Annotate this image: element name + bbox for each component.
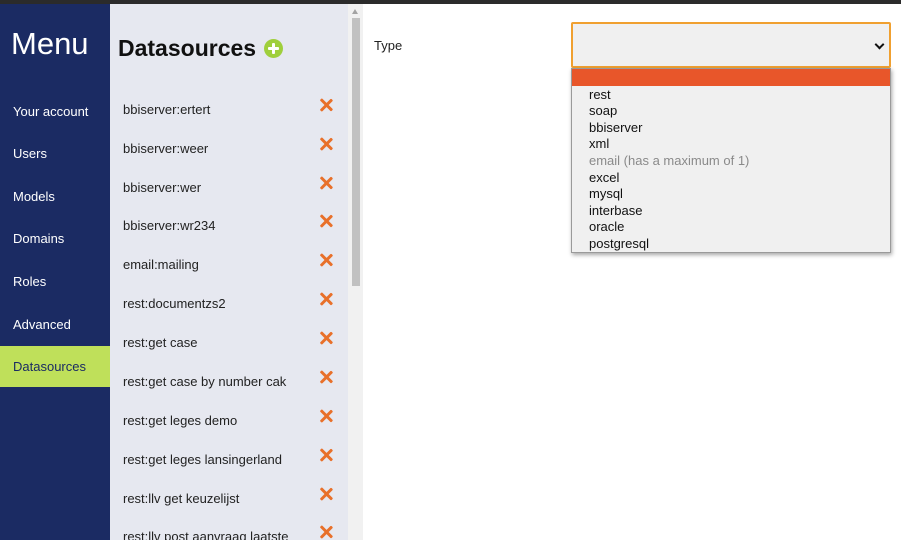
nav-item-label: Advanced: [13, 317, 71, 332]
delete-icon[interactable]: [319, 331, 333, 345]
datasource-item[interactable]: rest:llv get keuzelijst: [110, 483, 348, 513]
nav-item-datasources[interactable]: Datasources: [0, 346, 110, 387]
datasource-item[interactable]: bbiserver:weer: [110, 133, 348, 163]
main-menu: Menu Your account Users Models Domains R…: [0, 4, 110, 540]
nav-item-domains[interactable]: Domains: [0, 218, 110, 259]
nav-item-advanced[interactable]: Advanced: [0, 304, 110, 345]
nav-item-models[interactable]: Models: [0, 176, 110, 217]
datasource-label: bbiserver:wer: [123, 180, 202, 195]
datasource-item[interactable]: email:mailing: [110, 249, 348, 279]
dropdown-option-rest[interactable]: rest: [589, 87, 611, 102]
datasource-item[interactable]: rest:get case: [110, 327, 348, 357]
dropdown-option-xml[interactable]: xml: [589, 136, 609, 151]
menu-title: Menu: [11, 26, 89, 61]
type-label: Type: [374, 38, 403, 53]
delete-icon[interactable]: [319, 448, 333, 462]
nav-item-roles[interactable]: Roles: [0, 261, 110, 302]
chevron-down-icon: [874, 39, 885, 50]
datasource-label: bbiserver:ertert: [123, 102, 211, 117]
datasource-label: rest:llv get keuzelijst: [123, 491, 240, 506]
dropdown-option-postgresql[interactable]: postgresql: [589, 236, 649, 251]
delete-icon[interactable]: [319, 98, 333, 112]
dropdown-option-soap[interactable]: soap: [589, 103, 617, 118]
nav-item-label: Domains: [13, 231, 65, 246]
nav-item-users[interactable]: Users: [0, 133, 110, 174]
delete-icon[interactable]: [319, 525, 333, 539]
delete-icon[interactable]: [319, 137, 333, 151]
datasources-title: Datasources: [118, 35, 257, 61]
dropdown-option-mysql[interactable]: mysql: [589, 186, 623, 201]
datasource-item[interactable]: bbiserver:ertert: [110, 94, 348, 124]
datasource-label: rest:get case by number cak: [123, 374, 287, 389]
scroll-up-arrow-icon[interactable]: [352, 9, 358, 14]
delete-icon[interactable]: [319, 487, 333, 501]
delete-icon[interactable]: [319, 370, 333, 384]
datasources-panel: Datasources bbiserver:ertert bbiserver:w…: [110, 4, 348, 540]
nav-item-label: Datasources: [13, 359, 86, 374]
nav-item-label: Users: [13, 146, 47, 161]
datasource-label: rest:get case: [123, 335, 198, 350]
delete-icon[interactable]: [319, 409, 333, 423]
add-datasource-icon[interactable]: [264, 39, 283, 58]
dropdown-option-bbiserver[interactable]: bbiserver: [589, 120, 642, 135]
datasource-label: rest:documentzs2: [123, 296, 226, 311]
nav-item-label: Your account: [13, 104, 89, 119]
dropdown-option-interbase[interactable]: interbase: [589, 203, 642, 218]
datasource-item[interactable]: rest:documentzs2: [110, 288, 348, 318]
datasource-label: rest:get leges lansingerland: [123, 452, 282, 467]
datasources-scrollbar[interactable]: [348, 4, 363, 540]
datasource-label: rest:get leges demo: [123, 413, 238, 428]
dropdown-option-oracle[interactable]: oracle: [589, 219, 624, 234]
type-select[interactable]: [571, 22, 891, 68]
dropdown-option-empty[interactable]: [572, 69, 890, 86]
datasource-item[interactable]: rest:get leges lansingerland: [110, 444, 348, 474]
nav-item-your-account[interactable]: Your account: [0, 91, 110, 132]
scrollbar-thumb[interactable]: [352, 18, 360, 286]
datasource-item[interactable]: bbiserver:wr234: [110, 210, 348, 240]
type-dropdown-list: rest soap bbiserver xml email (has a max…: [571, 68, 891, 253]
datasource-item[interactable]: bbiserver:wer: [110, 172, 348, 202]
datasource-label: rest:llv post aanvraag laatste: [123, 529, 289, 540]
datasource-label: bbiserver:wr234: [123, 218, 216, 233]
delete-icon[interactable]: [319, 214, 333, 228]
datasource-label: bbiserver:weer: [123, 141, 209, 156]
delete-icon[interactable]: [319, 292, 333, 306]
dropdown-option-email: email (has a maximum of 1): [589, 153, 750, 168]
datasource-item[interactable]: rest:get case by number cak: [110, 366, 348, 396]
dropdown-option-excel[interactable]: excel: [589, 170, 619, 185]
datasource-item[interactable]: rest:llv post aanvraag laatste: [110, 521, 348, 540]
datasource-item[interactable]: rest:get leges demo: [110, 405, 348, 435]
nav-item-label: Models: [13, 189, 55, 204]
nav-item-label: Roles: [13, 274, 47, 289]
datasource-label: email:mailing: [123, 257, 199, 272]
delete-icon[interactable]: [319, 176, 333, 190]
delete-icon[interactable]: [319, 253, 333, 267]
